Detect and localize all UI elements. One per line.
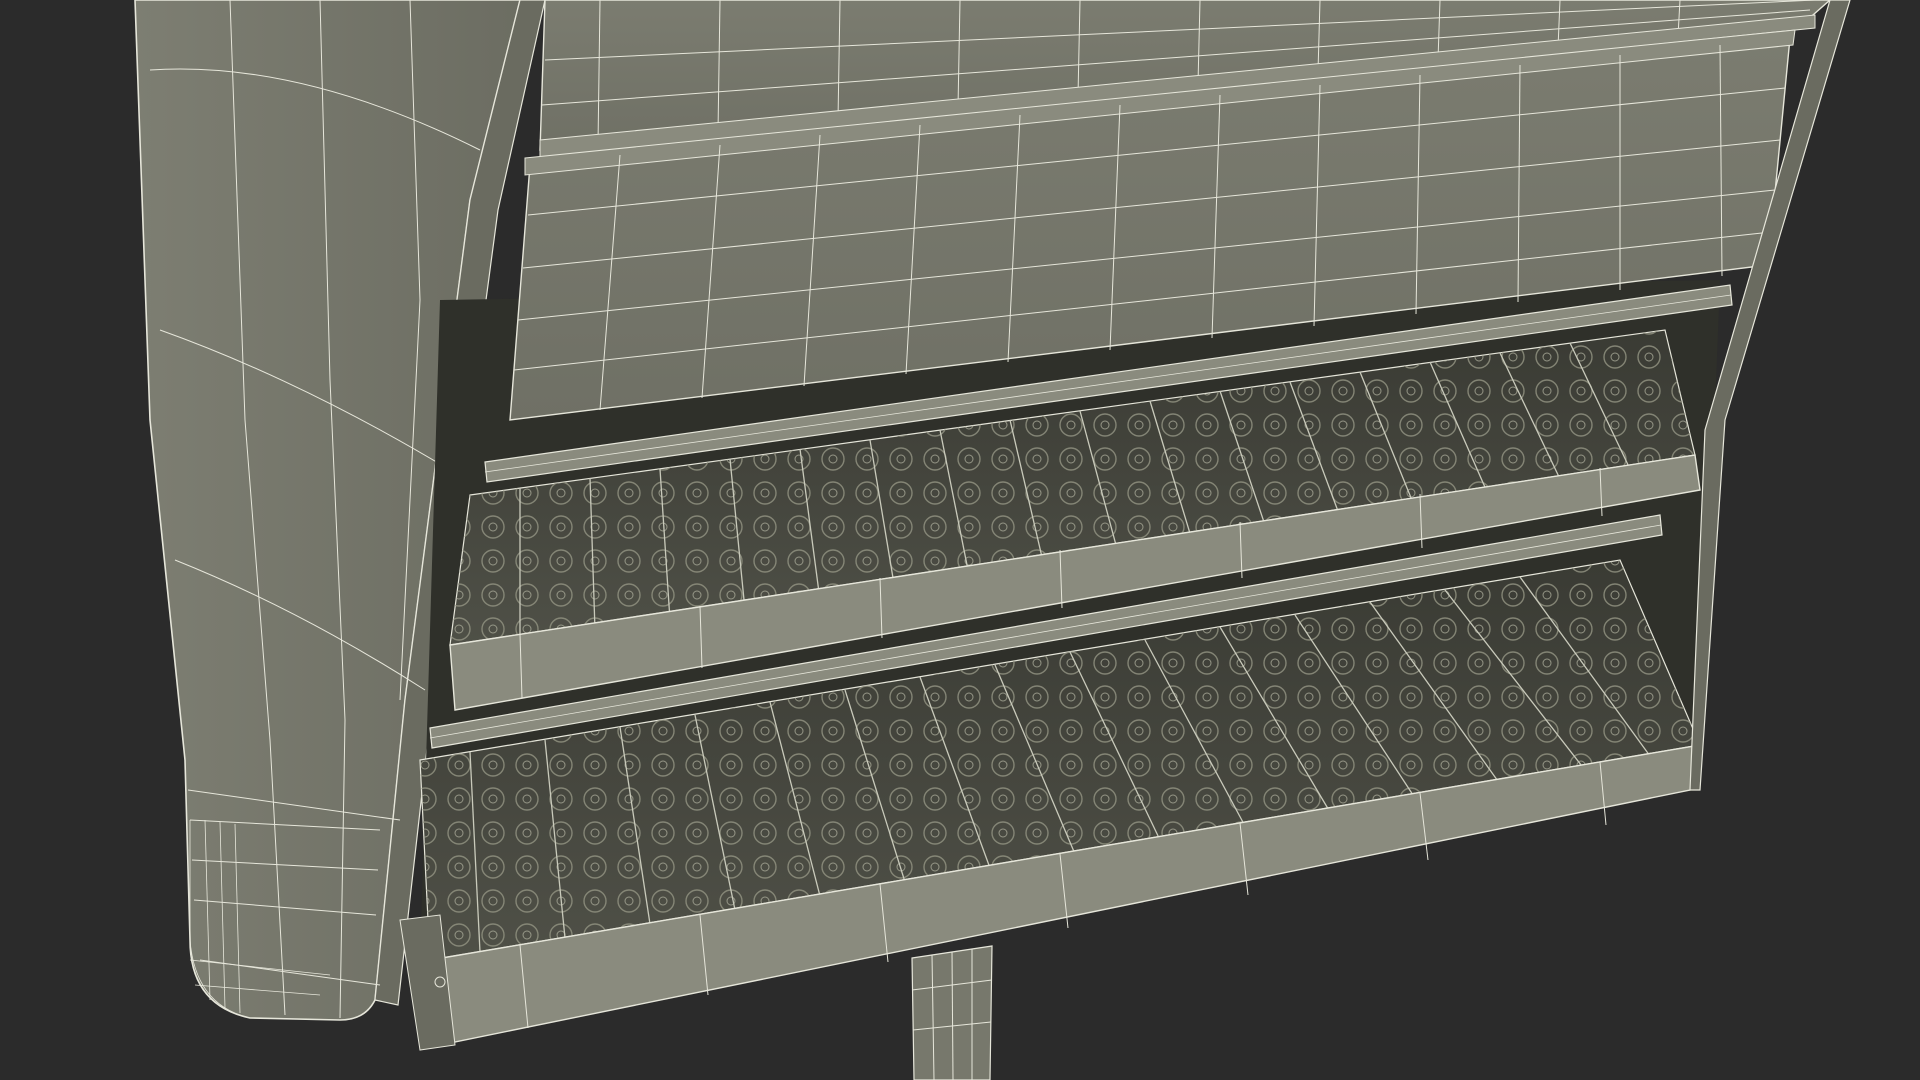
stand-post xyxy=(911,945,993,1080)
wireframe-shelf-render xyxy=(0,0,1920,1080)
